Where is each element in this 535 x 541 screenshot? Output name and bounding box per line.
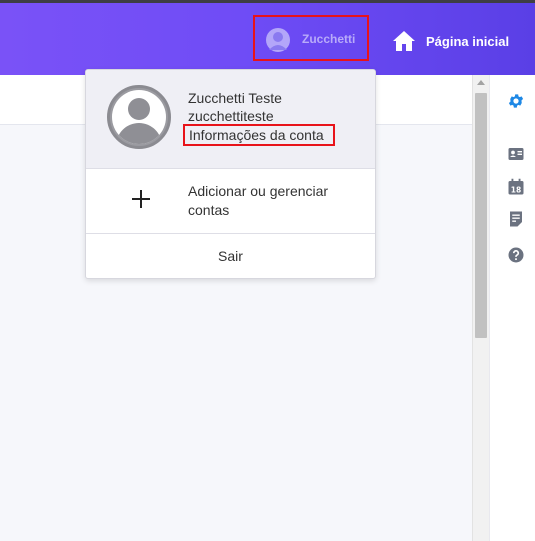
- help-icon[interactable]: [507, 246, 525, 264]
- home-link-label: Página inicial: [426, 33, 510, 49]
- account-avatar-icon: [107, 85, 171, 149]
- account-username: zucchettiteste: [188, 108, 274, 124]
- contact-card-icon[interactable]: [507, 145, 525, 163]
- add-manage-accounts-label: Adicionar ou gerenciar contas: [188, 183, 329, 218]
- top-header: Zucchetti Página inicial: [0, 3, 535, 75]
- vertical-scrollbar[interactable]: [472, 75, 489, 541]
- account-full-name: Zucchetti Teste: [188, 90, 282, 106]
- plus-icon: [132, 190, 150, 208]
- right-rail: 18: [489, 75, 535, 541]
- scroll-up-arrow-icon[interactable]: [477, 80, 485, 85]
- calendar-icon[interactable]: 18: [507, 178, 525, 196]
- gear-icon[interactable]: [507, 92, 525, 110]
- account-info-link[interactable]: Informações da conta: [183, 124, 335, 146]
- user-menu-label: Zucchetti: [302, 32, 356, 46]
- user-avatar-icon: [266, 28, 290, 52]
- form-icon[interactable]: [507, 210, 525, 228]
- logout-button[interactable]: Sair: [86, 234, 375, 278]
- home-link[interactable]: Página inicial: [392, 28, 509, 54]
- user-menu-button[interactable]: Zucchetti: [253, 15, 369, 61]
- account-summary: Zucchetti Teste zucchettiteste Informaçõ…: [86, 70, 375, 169]
- home-icon: [393, 31, 415, 51]
- calendar-day-label: 18: [511, 185, 521, 194]
- add-manage-accounts-item[interactable]: Adicionar ou gerenciar contas: [86, 168, 375, 234]
- scrollbar-thumb[interactable]: [475, 93, 487, 338]
- account-dropdown: Zucchetti Teste zucchettiteste Informaçõ…: [85, 69, 376, 279]
